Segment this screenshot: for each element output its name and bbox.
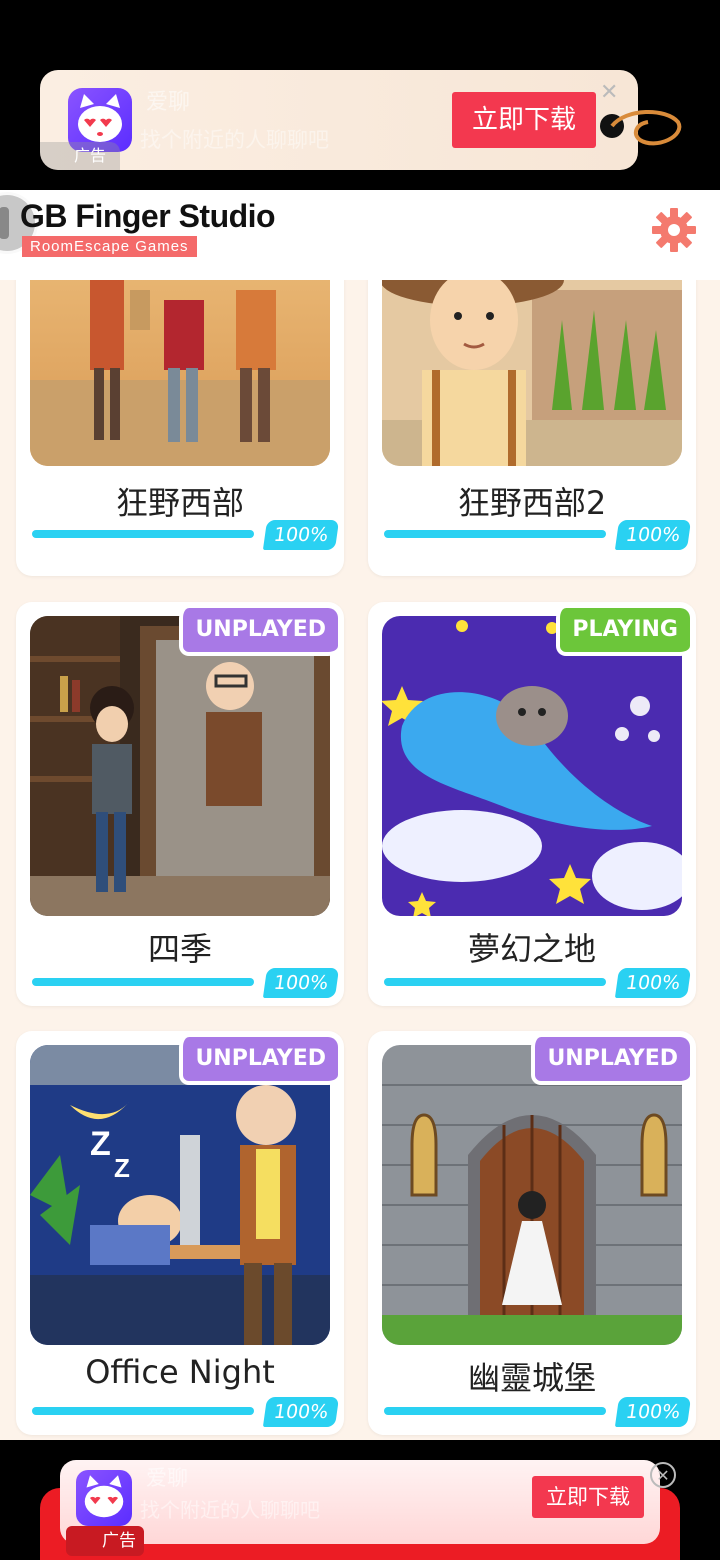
game-thumbnail-dreamland xyxy=(382,616,682,916)
status-badge: UNPLAYED xyxy=(179,608,338,656)
game-thumbnail-wild-west xyxy=(30,280,330,466)
ad-tag-label: 广告 xyxy=(40,142,120,170)
status-badge: PLAYING xyxy=(556,608,690,656)
progress-percent-badge: 100% xyxy=(262,968,340,998)
bottom-ad-banner[interactable]: 爱聊 找个附近的人聊聊吧 立即下载 ✕ 广告 xyxy=(0,1440,720,1560)
app-header: GB Finger Studio RoomEscape Games xyxy=(0,190,720,280)
progress-percent-badge: 100% xyxy=(262,1397,340,1427)
ad-app-icon xyxy=(76,1470,132,1526)
ad-close-icon[interactable]: ✕ xyxy=(600,80,618,105)
brand-subtitle: RoomEscape Games xyxy=(22,236,197,257)
touch-stroke-icon xyxy=(600,110,682,146)
ad-panel[interactable]: 爱聊 找个附近的人聊聊吧 立即下载 xyxy=(60,1460,660,1544)
progress-bar xyxy=(32,1407,254,1415)
game-thumbnail-four-seasons xyxy=(30,616,330,916)
ad-description: 找个附近的人聊聊吧 xyxy=(140,128,329,152)
game-card[interactable]: UNPLAYED 幽靈城堡 100% xyxy=(368,1031,696,1435)
game-title: 四季 xyxy=(147,930,212,968)
progress-percent-badge: 100% xyxy=(262,520,340,550)
ad-tag-label: 广告 xyxy=(66,1526,144,1556)
game-title: 狂野西部 xyxy=(115,484,244,522)
progress-bar xyxy=(384,530,606,538)
progress-bar xyxy=(384,978,606,986)
game-card[interactable]: UNPLAYED 四季 100% xyxy=(16,602,344,1006)
brand-title: GB Finger Studio xyxy=(20,198,276,234)
game-grid[interactable]: 狂野西部 100% 狂野西部2 100% UNPLAYED 四季 100% PL… xyxy=(0,280,720,1440)
game-thumbnail-office-night: Z Z xyxy=(30,1045,330,1345)
game-card[interactable]: 狂野西部 100% xyxy=(16,280,344,576)
ad-description: 找个附近的人聊聊吧 xyxy=(140,1498,320,1522)
game-card[interactable]: PLAYING 夢幻之地 100% xyxy=(368,602,696,1006)
ad-download-button[interactable]: 立即下载 xyxy=(532,1476,644,1518)
ad-app-name: 爱聊 xyxy=(146,90,191,115)
status-badge: UNPLAYED xyxy=(531,1037,690,1085)
game-title: Office Night xyxy=(85,1353,275,1391)
progress-percent-badge: 100% xyxy=(614,1397,692,1427)
ad-app-name: 爱聊 xyxy=(146,1466,188,1490)
cat-icon xyxy=(84,1475,124,1518)
progress-bar xyxy=(32,530,254,538)
game-title: 狂野西部2 xyxy=(457,484,607,522)
game-title: 幽靈城堡 xyxy=(467,1359,596,1397)
svg-text:Z: Z xyxy=(114,1153,130,1183)
status-badge: UNPLAYED xyxy=(179,1037,338,1085)
game-card[interactable]: 狂野西部2 100% xyxy=(368,280,696,576)
svg-text:Z: Z xyxy=(90,1125,111,1163)
progress-percent-badge: 100% xyxy=(614,520,692,550)
game-card[interactable]: Z Z UNPLAYED Office Night 100% xyxy=(16,1031,344,1435)
progress-bar xyxy=(384,1407,606,1415)
top-ad-banner[interactable]: 爱聊 找个附近的人聊聊吧 广告 立即下载 ✕ xyxy=(40,70,638,170)
progress-bar xyxy=(32,978,254,986)
progress-percent-badge: 100% xyxy=(614,968,692,998)
game-thumbnail-wild-west-2 xyxy=(382,280,682,466)
settings-gear-icon[interactable] xyxy=(650,206,698,254)
game-title: 夢幻之地 xyxy=(467,930,596,968)
game-thumbnail-ghost-castle xyxy=(382,1045,682,1345)
ad-close-icon[interactable]: ✕ xyxy=(650,1462,676,1488)
ad-download-button[interactable]: 立即下载 xyxy=(452,92,596,148)
